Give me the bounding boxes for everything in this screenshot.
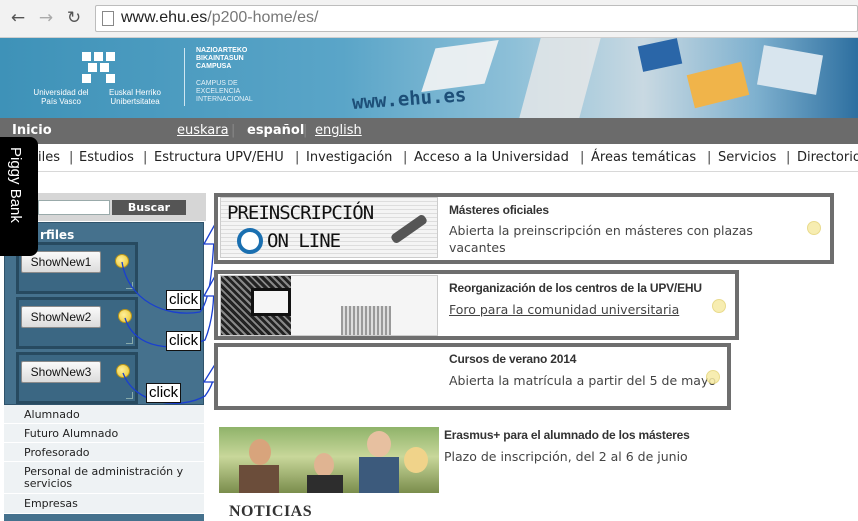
feature-title-reorganizacion[interactable]: Reorganización de los centros de la UPV/… [449, 281, 702, 295]
pin-dot-icon[interactable] [706, 370, 720, 384]
person-face [314, 453, 334, 477]
panel-bottom [4, 514, 204, 521]
feature-desc-cursos: Abierta la matrícula a partir del 5 de m… [449, 373, 717, 388]
person-face [367, 431, 391, 457]
person-body [307, 475, 343, 493]
sketch-graphic-building [341, 306, 391, 335]
person-body [359, 457, 399, 493]
pin-dot-icon[interactable] [712, 299, 726, 313]
profile-item-pas[interactable]: Personal de administración y servicios [4, 462, 204, 494]
feature-desc-erasmus: Plazo de inscripción, del 2 al 6 de juni… [444, 449, 688, 464]
feature-title-masteres[interactable]: Másteres oficiales [449, 203, 549, 217]
profile-item-futuro-alumnado[interactable]: Futuro Alumnado [4, 424, 204, 443]
person-face [249, 439, 271, 465]
profile-item-profesorado[interactable]: Profesorado [4, 443, 204, 462]
pin-dot-icon[interactable] [807, 221, 821, 235]
piggy-bank-label: Piggy Bank [7, 147, 24, 223]
mouse-cable-icon [389, 213, 429, 245]
preinscripcion-image[interactable]: PREINSCRIPCIÓN ON LINE [220, 197, 438, 258]
feature-link-foro[interactable]: Foro para la comunidad universitaria [449, 301, 679, 318]
preinscripcion-image-line2: ON LINE [267, 230, 341, 252]
feature-title-erasmus[interactable]: Erasmus+ para el alumnado de los mástere… [444, 428, 690, 442]
preinscripcion-image-line1: PREINSCRIPCIÓN [227, 202, 374, 224]
feature-title-cursos[interactable]: Cursos de verano 2014 [449, 352, 576, 366]
click-label-2: click [166, 331, 202, 351]
erasmus-photo[interactable] [219, 427, 439, 493]
person-body [239, 465, 279, 493]
person-face [404, 447, 428, 473]
noticias-heading: NOTICIAS [229, 503, 313, 520]
feature-desc-masteres: Abierta la preinscripción en másteres co… [449, 223, 753, 255]
piggy-bank-tab[interactable]: Piggy Bank [0, 137, 38, 256]
power-icon [237, 228, 263, 254]
profile-item-alumnado[interactable]: Alumnado [4, 405, 204, 424]
click-label-1: click [166, 290, 202, 310]
sketch-graphic-frame [251, 288, 291, 316]
reorganizacion-image[interactable] [220, 275, 438, 336]
profile-item-empresas[interactable]: Empresas [4, 494, 204, 514]
click-label-3: click [146, 383, 182, 403]
